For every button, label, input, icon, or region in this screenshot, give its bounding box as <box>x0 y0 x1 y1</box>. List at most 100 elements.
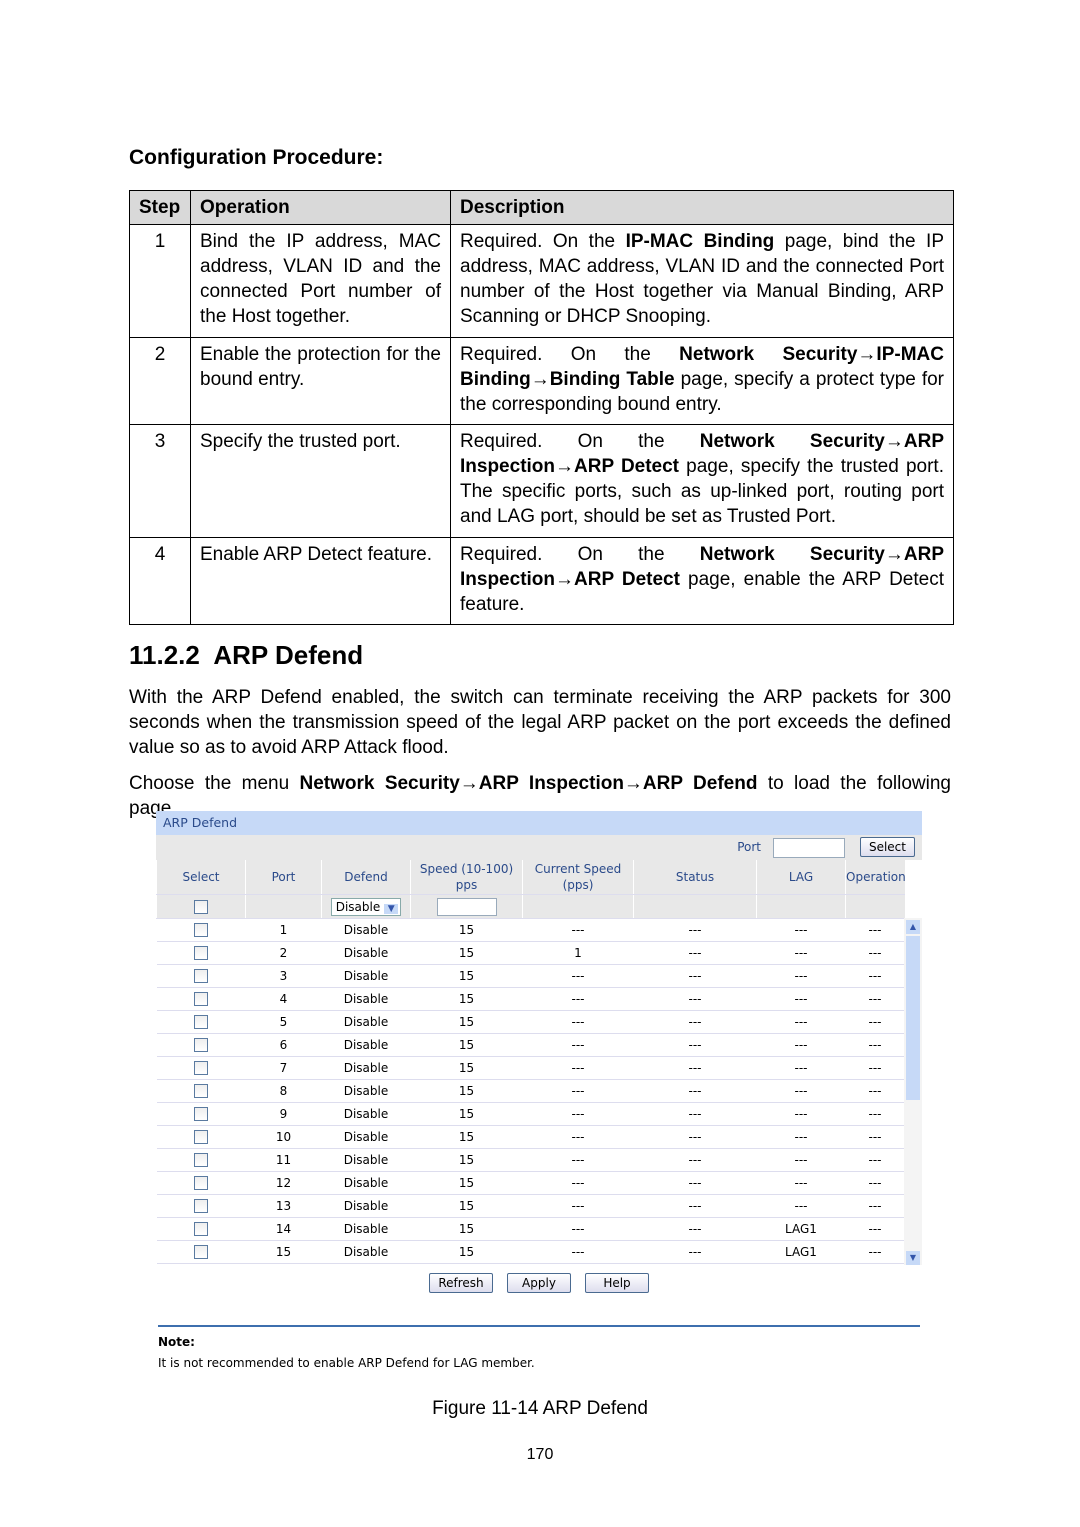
cell: --- <box>633 1217 757 1241</box>
description-cell: Required. On the IP-MAC Binding page, bi… <box>450 224 954 338</box>
cell: --- <box>522 918 634 942</box>
select-button[interactable]: Select <box>859 837 915 857</box>
row-checkbox[interactable] <box>194 923 208 938</box>
cell: --- <box>522 1079 634 1103</box>
table-row: 5 Disable 15 --- --- --- --- <box>156 1010 905 1034</box>
operation-cell: Enable the protection for the bound entr… <box>190 337 451 425</box>
select-all-checkbox[interactable] <box>194 899 208 914</box>
table-row: 2 Disable 15 1 --- --- --- <box>156 941 905 965</box>
cell: --- <box>633 918 757 942</box>
cell: 15 <box>410 1194 523 1218</box>
row-checkbox[interactable] <box>194 1084 208 1099</box>
cell: 14 <box>245 1217 322 1241</box>
table-row: 15 Disable 15 --- --- LAG1 --- <box>156 1240 905 1264</box>
cell: Disable <box>321 1125 411 1149</box>
cell: --- <box>756 1125 846 1149</box>
apply-button[interactable]: Apply <box>507 1273 571 1293</box>
row-checkbox[interactable] <box>194 1107 208 1122</box>
port-search-row: Port Select <box>156 835 922 860</box>
cell: 5 <box>245 1010 322 1034</box>
table-row: 1 Disable 15 --- --- --- --- <box>156 918 905 942</box>
scroll-up-icon[interactable]: ▲ <box>906 920 920 934</box>
cell: 15 <box>410 964 523 988</box>
cell: --- <box>522 1033 634 1057</box>
cell: --- <box>845 1217 905 1241</box>
cell: 15 <box>410 1125 523 1149</box>
cell: --- <box>633 1171 757 1195</box>
cell: --- <box>845 1033 905 1057</box>
row-checkbox[interactable] <box>194 946 208 961</box>
text-segment: Required. On the <box>460 431 700 452</box>
cell: --- <box>633 1240 757 1264</box>
cell: 7 <box>245 1056 322 1080</box>
scrollbar[interactable]: ▲ ▼ <box>904 918 922 1265</box>
help-button[interactable]: Help <box>585 1273 649 1293</box>
row-checkbox[interactable] <box>194 969 208 984</box>
table-row: 9 Disable 15 --- --- --- --- <box>156 1102 905 1126</box>
cell: Disable <box>321 1148 411 1172</box>
cell: 11 <box>245 1148 322 1172</box>
operation-cell: Specify the trusted port. <box>190 424 451 538</box>
cell: --- <box>522 1102 634 1126</box>
cell: 12 <box>245 1171 322 1195</box>
cell: --- <box>756 987 846 1011</box>
cell: 15 <box>410 1240 523 1264</box>
cell: --- <box>845 1194 905 1218</box>
table-row: 3 Disable 15 --- --- --- --- <box>156 964 905 988</box>
cell: --- <box>633 1010 757 1034</box>
row-checkbox[interactable] <box>194 1153 208 1168</box>
cell: 15 <box>410 941 523 965</box>
row-checkbox[interactable] <box>194 1038 208 1053</box>
cell: Disable <box>321 1171 411 1195</box>
cell: --- <box>845 918 905 942</box>
cell: --- <box>633 1056 757 1080</box>
col-operation: Operation <box>190 190 451 225</box>
cell: Disable <box>321 964 411 988</box>
row-checkbox[interactable] <box>194 1015 208 1030</box>
procedure-table: Step Operation Description 1 Bind the IP … <box>129 190 954 625</box>
cell: LAG1 <box>756 1240 846 1264</box>
cell: Disable <box>321 941 411 965</box>
cell: --- <box>845 1102 905 1126</box>
cell: --- <box>845 1125 905 1149</box>
cell: 13 <box>245 1194 322 1218</box>
column-header: LAG <box>756 860 846 895</box>
cell: --- <box>522 1056 634 1080</box>
row-checkbox[interactable] <box>194 1199 208 1214</box>
speed-input[interactable] <box>436 897 497 916</box>
cell: Disable <box>321 1194 411 1218</box>
row-checkbox[interactable] <box>194 1130 208 1145</box>
text-segment: Required. On the <box>460 544 700 565</box>
cell: 15 <box>410 1033 523 1057</box>
procedure-row: 3 Specify the trusted port. Required. On t… <box>129 424 954 538</box>
cell: --- <box>756 1102 846 1126</box>
cell: --- <box>756 918 846 942</box>
step-number: 1 <box>129 224 191 338</box>
procedure-row: 2 Enable the protection for the bound ent… <box>129 337 954 425</box>
row-checkbox[interactable] <box>194 1245 208 1260</box>
text-segment: Required. On the <box>460 344 680 365</box>
cell: Disable <box>321 1033 411 1057</box>
refresh-button[interactable]: Refresh <box>429 1273 493 1293</box>
filter-row: Disable ▼ <box>156 894 905 919</box>
column-header: Select <box>156 860 246 895</box>
operation-cell: Bind the IP address, MAC address, VLAN I… <box>190 224 451 338</box>
text-segment: IP-MAC Binding <box>625 231 775 252</box>
row-checkbox[interactable] <box>194 1176 208 1191</box>
cell: Disable <box>321 1102 411 1126</box>
scroll-down-icon[interactable]: ▼ <box>906 1251 920 1265</box>
scroll-thumb[interactable] <box>906 936 920 1100</box>
port-input[interactable] <box>773 838 845 858</box>
defend-select[interactable]: Disable ▼ <box>330 897 402 916</box>
cell: --- <box>633 941 757 965</box>
cell: --- <box>633 1102 757 1126</box>
cell: Disable <box>321 1010 411 1034</box>
row-checkbox[interactable] <box>194 992 208 1007</box>
cell: --- <box>756 964 846 988</box>
table-row: 8 Disable 15 --- --- --- --- <box>156 1079 905 1103</box>
cell: --- <box>522 1171 634 1195</box>
text-segment: Choose the menu <box>129 773 300 794</box>
row-checkbox[interactable] <box>194 1061 208 1076</box>
cell: Disable <box>321 1056 411 1080</box>
row-checkbox[interactable] <box>194 1222 208 1237</box>
